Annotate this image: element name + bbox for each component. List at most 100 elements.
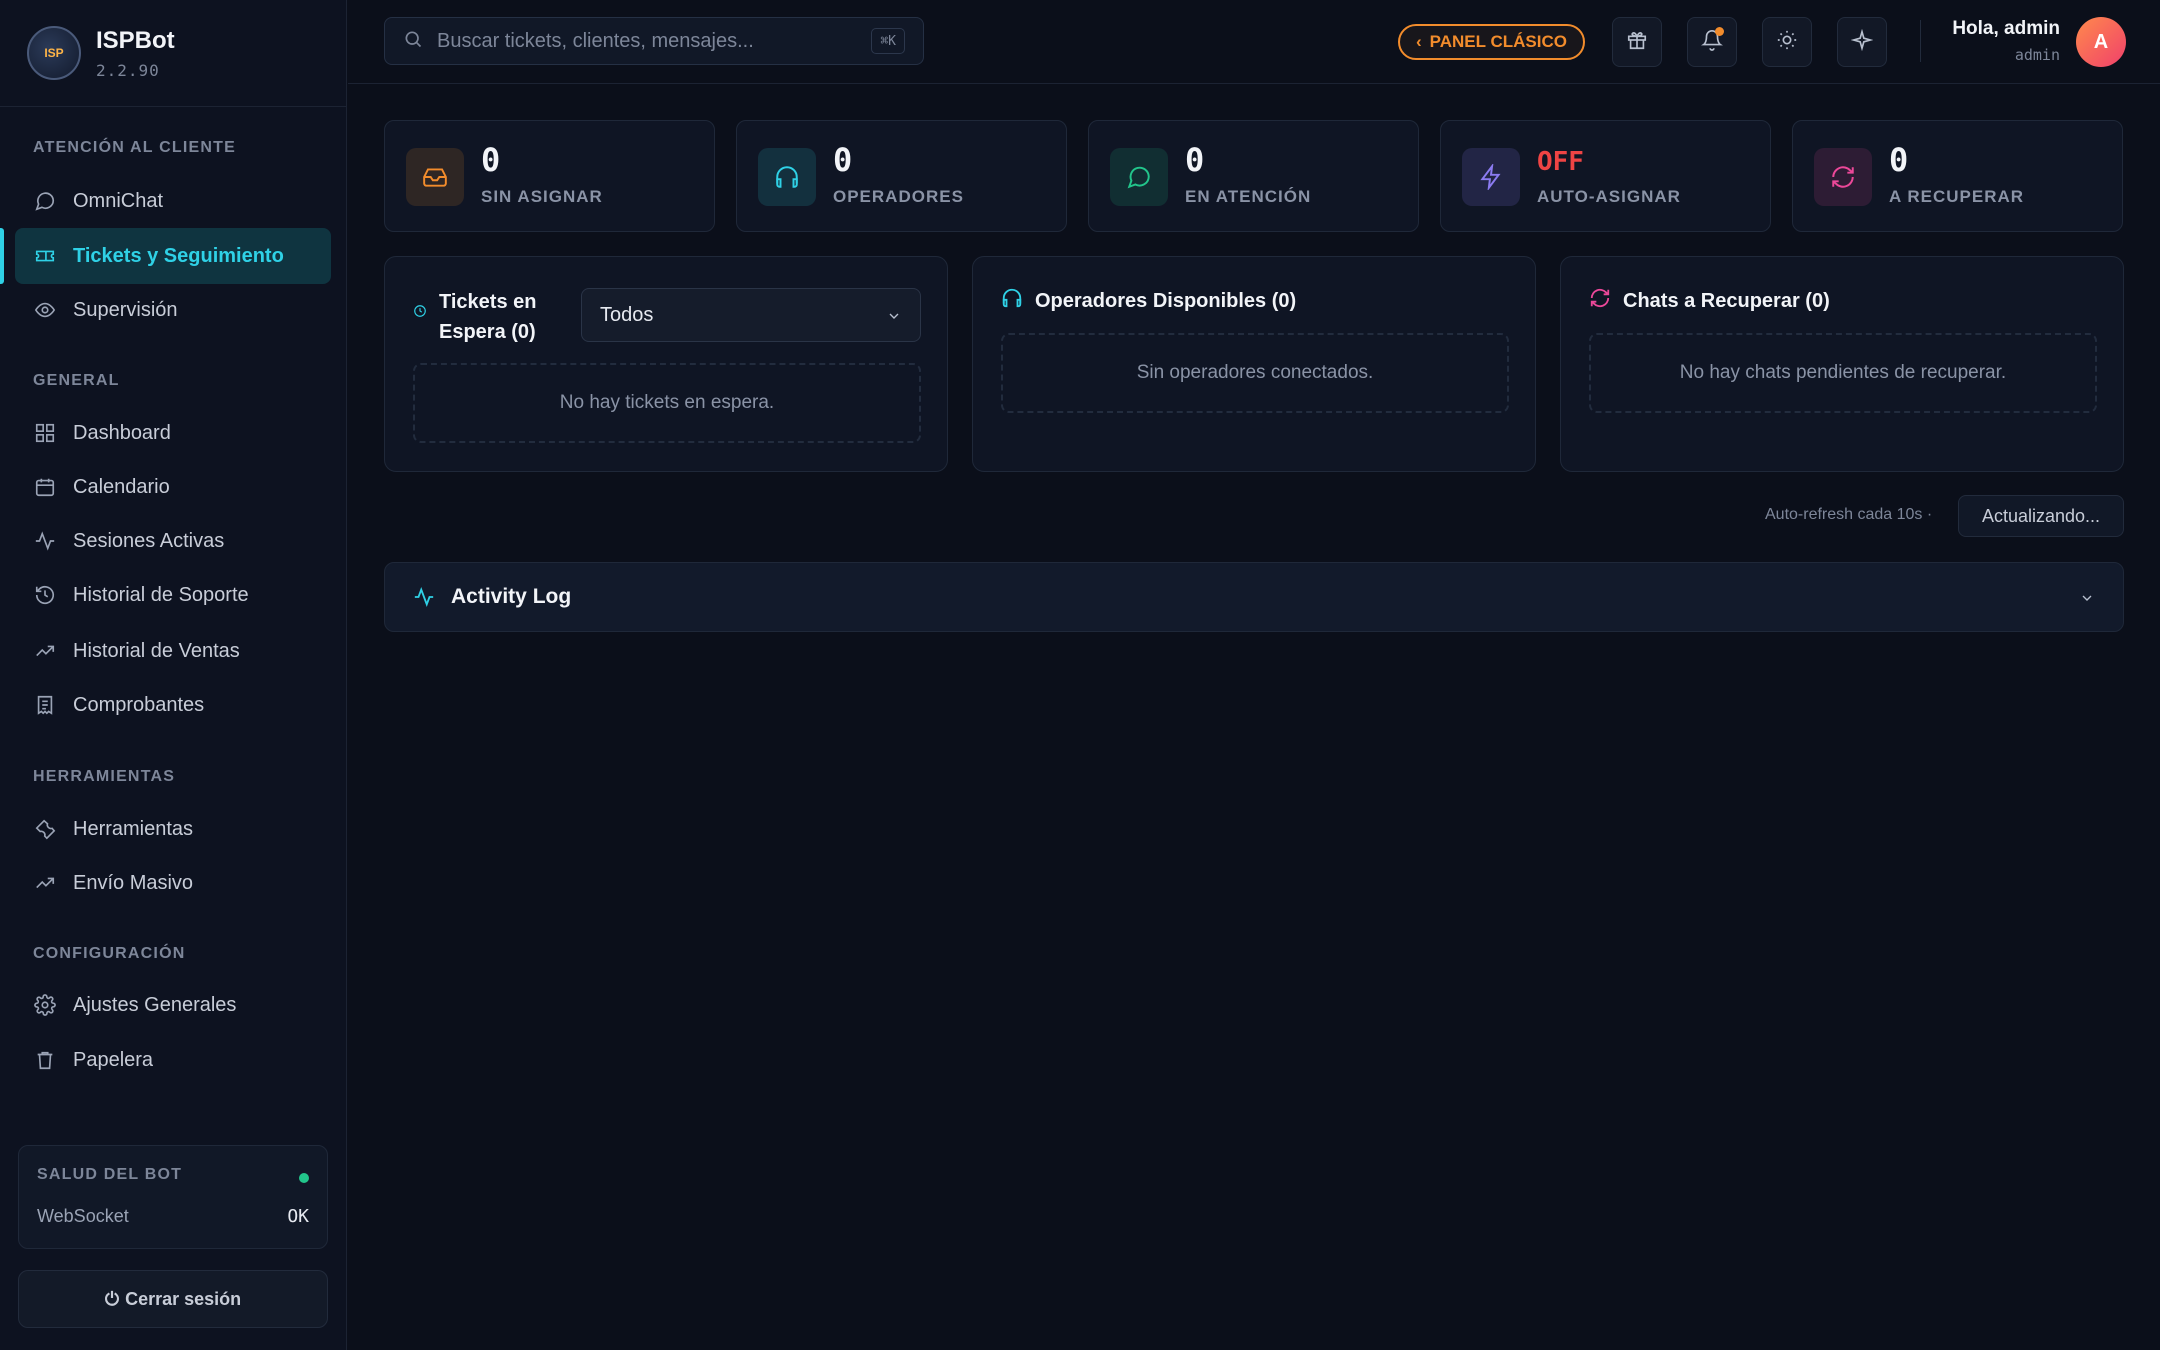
sidebar-item-label: Herramientas	[73, 817, 194, 840]
refresh-icon	[1589, 287, 1623, 315]
classic-panel-label: PANEL CLÁSICO	[1429, 32, 1567, 51]
sidebar-item-label: Calendario	[73, 475, 170, 498]
shortcut-hint: ⌘K	[871, 28, 905, 54]
stat-label: A RECUPERAR	[1889, 187, 2025, 206]
theme-toggle-button[interactable]	[1762, 17, 1812, 67]
inbox-icon	[406, 148, 464, 206]
logout-label: Cerrar sesión	[125, 1288, 242, 1309]
chat-icon	[1110, 148, 1168, 206]
avatar[interactable]: A	[2076, 17, 2126, 67]
clock-icon	[413, 301, 439, 324]
bot-health-card: SALUD DEL BOT WebSocket OK	[18, 1145, 328, 1249]
sidebar-item-label: Supervisión	[73, 298, 178, 321]
panel-chats-a-recuperar: Chats a Recuperar (0) No hay chats pendi…	[1560, 256, 2124, 472]
sidebar-item-papelera[interactable]: Papelera	[15, 1032, 331, 1088]
topbar: ⌘K ‹ PANEL CLÁSICO Hola, admin admin A	[348, 0, 2160, 84]
eye-icon	[33, 298, 57, 322]
brand-logo: ISP	[27, 26, 81, 80]
receipt-icon	[33, 693, 57, 717]
search-icon	[403, 29, 423, 54]
classic-panel-button[interactable]: ‹ PANEL CLÁSICO	[1398, 24, 1585, 60]
history-icon	[33, 583, 57, 607]
filter-select[interactable]: Todos	[581, 288, 921, 342]
active-indicator	[0, 228, 4, 284]
stat-label: SIN ASIGNAR	[481, 187, 603, 206]
sun-icon	[1776, 29, 1798, 56]
sidebar-item-label: Papelera	[73, 1048, 154, 1071]
app-name: ISPBot	[96, 26, 175, 54]
sidebar-item-supervision[interactable]: Supervisión	[15, 282, 331, 338]
search-box[interactable]: ⌘K	[384, 17, 924, 65]
activity-log-title: Activity Log	[451, 585, 572, 608]
activity-icon	[33, 529, 57, 553]
stat-card-a-recuperar: 0 A RECUPERAR	[1792, 120, 2123, 232]
panel-title-text: Chats a Recuperar (0)	[1623, 289, 1830, 312]
chat-icon	[33, 189, 57, 213]
sparkle-icon	[1850, 28, 1874, 56]
stat-label: OPERADORES	[833, 187, 964, 206]
stat-value: OFF	[1537, 147, 1584, 177]
section-general: GENERAL	[33, 372, 120, 389]
gift-button[interactable]	[1612, 17, 1662, 67]
panel-title: Chats a Recuperar (0)	[1589, 287, 1830, 315]
sidebar-item-envio-masivo[interactable]: Envío Masivo	[15, 855, 331, 911]
sidebar-item-tickets[interactable]: Tickets y Seguimiento	[15, 228, 331, 284]
sidebar-item-omnichat[interactable]: OmniChat	[15, 173, 331, 229]
search-input[interactable]	[437, 29, 857, 53]
sidebar-item-dashboard[interactable]: Dashboard	[15, 405, 331, 461]
sidebar-item-label: Sesiones Activas	[73, 529, 225, 552]
sidebar-item-herramientas[interactable]: Herramientas	[15, 801, 331, 857]
section-configuracion: CONFIGURACIÓN	[33, 945, 186, 962]
bolt-icon	[1462, 148, 1520, 206]
sidebar-item-sesiones[interactable]: Sesiones Activas	[15, 513, 331, 569]
stat-value: 0	[1889, 141, 1909, 179]
stat-value: 0	[1185, 141, 1205, 179]
stat-value: 0	[833, 141, 853, 179]
grid-icon	[33, 421, 57, 445]
sidebar-item-historial-soporte[interactable]: Historial de Soporte	[15, 567, 331, 623]
section-herramientas: HERRAMIENTAS	[33, 768, 176, 785]
sidebar-item-label: Historial de Ventas	[73, 639, 240, 662]
stat-label: AUTO-ASIGNAR	[1537, 187, 1681, 206]
stat-value: 0	[481, 141, 501, 179]
sidebar-item-historial-ventas[interactable]: Historial de Ventas	[15, 623, 331, 679]
sidebar: ISP ISPBot 2.2.90 ATENCIÓN AL CLIENTE Om…	[0, 0, 347, 1350]
trending-icon	[33, 639, 57, 663]
panel-title: Operadores Disponibles (0)	[1001, 287, 1296, 315]
panel-title-text: Operadores Disponibles (0)	[1035, 289, 1297, 312]
chevron-down-icon	[2082, 595, 2092, 601]
sidebar-item-label: Envío Masivo	[73, 871, 194, 894]
trending-icon	[33, 871, 57, 895]
gear-icon	[33, 993, 57, 1017]
sidebar-item-label: Historial de Soporte	[73, 583, 249, 606]
sidebar-item-calendario[interactable]: Calendario	[15, 459, 331, 515]
app-version: 2.2.90	[96, 60, 160, 80]
activity-log-header[interactable]: Activity Log	[384, 562, 2124, 632]
greeting-text: Hola, admin	[1952, 18, 2060, 39]
activity-icon	[414, 587, 434, 607]
section-atencion: ATENCIÓN AL CLIENTE	[33, 139, 236, 156]
notifications-button[interactable]	[1687, 17, 1737, 67]
wrench-icon	[33, 817, 57, 841]
panel-operadores-disponibles: Operadores Disponibles (0) Sin operadore…	[972, 256, 1536, 472]
topbar-divider	[1920, 20, 1921, 62]
logout-button[interactable]: ⏻ Cerrar sesión	[18, 1270, 328, 1328]
sidebar-item-ajustes[interactable]: Ajustes Generales	[15, 977, 331, 1033]
sidebar-item-label: Comprobantes	[73, 693, 205, 716]
notification-dot	[1715, 27, 1724, 36]
calendar-icon	[33, 475, 57, 499]
sidebar-item-comprobantes[interactable]: Comprobantes	[15, 677, 331, 733]
auto-refresh-text: Auto-refresh cada 10s ·	[1765, 506, 1933, 523]
panel-title-line1: Tickets en	[439, 291, 537, 313]
health-label: WebSocket	[37, 1206, 129, 1226]
user-role: admin	[2014, 46, 2060, 64]
refresh-button[interactable]: Actualizando...	[1958, 495, 2124, 537]
brand: ISP ISPBot 2.2.90	[0, 0, 346, 107]
trash-icon	[33, 1048, 57, 1072]
ai-button[interactable]	[1837, 17, 1887, 67]
gift-icon	[1626, 29, 1648, 56]
panel-title: Tickets en Espera (0)	[413, 287, 536, 347]
stat-card-operadores: 0 OPERADORES	[736, 120, 1067, 232]
power-icon: ⏻	[104, 1288, 120, 1309]
panel-tickets-en-espera: Tickets en Espera (0) Todos No hay ticke…	[384, 256, 948, 472]
